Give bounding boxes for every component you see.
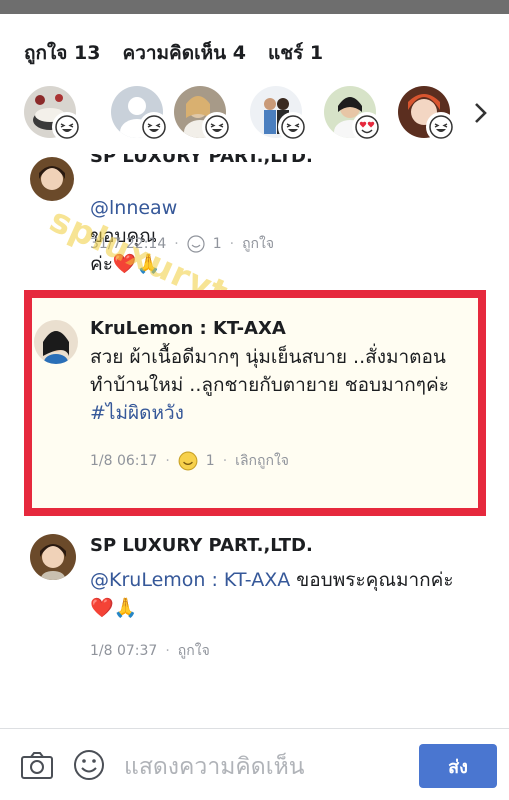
haha-reaction-icon bbox=[278, 112, 308, 142]
emoji-icon[interactable] bbox=[72, 749, 106, 781]
haha-reaction-icon[interactable] bbox=[187, 235, 205, 253]
camera-icon[interactable] bbox=[20, 749, 54, 781]
avatar[interactable] bbox=[30, 157, 74, 201]
reactor-avatar[interactable] bbox=[398, 86, 456, 142]
comment-input[interactable]: แสดงความคิดเห็น bbox=[124, 749, 304, 785]
comment-meta: 1/8 06:17 · 1 · เลิกถูกใจ bbox=[90, 450, 289, 472]
send-button[interactable]: ส่ง bbox=[419, 744, 497, 788]
separator: · bbox=[229, 236, 235, 252]
haha-reaction-icon[interactable] bbox=[178, 451, 198, 471]
comment-time: 1/8 06:17 bbox=[90, 453, 158, 469]
haha-reaction-icon bbox=[202, 112, 232, 142]
status-bar bbox=[0, 0, 509, 14]
separator: · bbox=[222, 453, 228, 469]
chevron-right-icon[interactable] bbox=[470, 100, 492, 126]
separator: · bbox=[165, 453, 170, 469]
comment-time: 1/8 07:37 bbox=[90, 643, 158, 659]
avatar[interactable] bbox=[30, 534, 76, 580]
comment-composer: แสดงความคิดเห็น ส่ง bbox=[0, 728, 509, 800]
haha-reaction-icon bbox=[426, 112, 456, 142]
mention-link[interactable]: @KruLemon : KT-AXA bbox=[90, 569, 290, 591]
like-action[interactable]: ถูกใจ bbox=[178, 640, 210, 662]
likes-count[interactable]: ถูกใจ 13 bbox=[24, 38, 100, 68]
avatar[interactable] bbox=[34, 320, 78, 364]
reactor-avatar[interactable] bbox=[111, 86, 169, 142]
separator: · bbox=[174, 236, 179, 252]
comment-time: 31/7 22:14 bbox=[90, 236, 167, 252]
reactor-avatar[interactable] bbox=[24, 86, 82, 142]
separator: · bbox=[165, 643, 170, 659]
comment-author[interactable]: KruLemon : KT-AXA bbox=[90, 318, 286, 339]
reaction-count: 1 bbox=[212, 236, 222, 252]
reactor-avatar[interactable] bbox=[174, 86, 232, 142]
comments-count[interactable]: ความคิดเห็น 4 bbox=[122, 38, 245, 68]
engagement-stats: ถูกใจ 13 ความคิดเห็น 4 แชร์ 1 bbox=[24, 38, 323, 68]
comment-text: สวย ผ้าเนื้อดีมากๆ นุ่มเย็นสบาย ..สั่งมา… bbox=[90, 343, 462, 427]
hashtag-link[interactable]: #ไม่ผิดหวัง bbox=[90, 402, 184, 424]
comment-text: @KruLemon : KT-AXA ขอบพระคุณมากค่ะ❤️🙏 bbox=[90, 566, 462, 622]
comment-meta: 31/7 22:14 · 1 · ถูกใจ bbox=[90, 233, 274, 255]
shares-count[interactable]: แชร์ 1 bbox=[268, 38, 323, 68]
love-reaction-icon bbox=[352, 112, 382, 142]
reactor-avatar[interactable] bbox=[250, 86, 308, 142]
reactors-row bbox=[24, 86, 494, 142]
haha-reaction-icon bbox=[139, 112, 169, 142]
reactor-avatar[interactable] bbox=[324, 86, 382, 142]
comment-author[interactable]: SP LUXURY PART.,LTD. bbox=[90, 154, 313, 167]
reaction-count: 1 bbox=[205, 453, 215, 469]
haha-reaction-icon bbox=[52, 112, 82, 142]
comment-meta: 1/8 07:37 · ถูกใจ bbox=[90, 640, 210, 662]
mention-link[interactable]: @lnneaw bbox=[90, 197, 177, 219]
comment-author[interactable]: SP LUXURY PART.,LTD. bbox=[90, 535, 313, 556]
like-action[interactable]: ถูกใจ bbox=[242, 233, 274, 255]
comment-body: สวย ผ้าเนื้อดีมากๆ นุ่มเย็นสบาย ..สั่งมา… bbox=[90, 346, 449, 396]
unlike-action[interactable]: เลิกถูกใจ bbox=[235, 450, 289, 472]
